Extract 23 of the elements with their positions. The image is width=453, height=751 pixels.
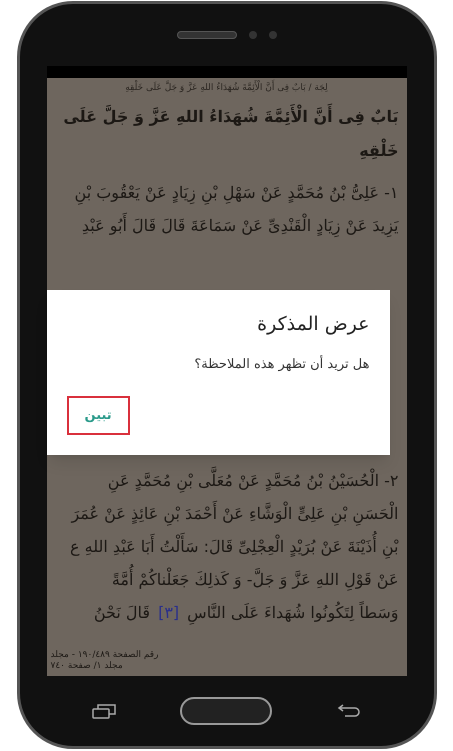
footnote-link[interactable]: [٣] bbox=[158, 596, 180, 628]
hadith-text: الْحَسَنِ بْنِ عَلِیٍّ الْوَشَّاءِ عَنْ أَحْمَدَ بْنِ عَائِذٍ عَنْ عُمَرَ bbox=[71, 496, 398, 530]
hadith-text: بْنِ أُذَيْنَةَ عَنْ بُرَيْدٍ الْعِجْلِیِّ قَالَ: سَأَلْتُ أَبَا عَبْدِ اللهِ ع bbox=[70, 530, 398, 562]
dialog-title: عرض المذكرة bbox=[256, 312, 370, 337]
home-button[interactable] bbox=[180, 697, 272, 725]
page-number: مجلد ١/ صفحة ٧٤٠ bbox=[50, 661, 123, 672]
camera-icon bbox=[248, 31, 256, 39]
sensor-icon bbox=[268, 31, 276, 39]
dialog-message: هل تريد أن تظهر هذه الملاحظة؟ bbox=[193, 354, 370, 374]
speaker-grille-icon bbox=[176, 31, 236, 39]
chapter-heading: بَابٌ فِی أَنَّ الْأَئِمَّةَ شُهَدَاءُ اللهِ عَزَّ وَ جَلَّ عَلَى bbox=[54, 100, 398, 134]
hadith-text: عَنْ قَوْلِ اللهِ عَزَّ وَ جَلَّ- وَ كَذلِكَ جَعَلْناكُمْ أُمَّةً bbox=[112, 562, 398, 596]
hadith-text: يَزِيدَ عَنْ زِيَادٍ الْقَنْدِیِّ عَنْ سَمَاعَةَ قَالَ قَالَ أَبُو عَبْدِ bbox=[82, 208, 398, 242]
chapter-heading: خَلْقِهِ bbox=[358, 138, 398, 162]
hadith-text: ١- عَلِیُّ بْنُ مُحَمَّدٍ عَنْ سَهْلِ بْنِ زِيَادٍ عَنْ يَعْقُوبَ بْنِ bbox=[74, 176, 398, 208]
hadith-text: وَسَطاً لِتَكُونُوا شُهَداءَ عَلَى النَّاسِ bbox=[187, 596, 398, 628]
recent-apps-icon[interactable] bbox=[92, 703, 116, 719]
page-number: رقم الصفحة ١٩٠/٤٨٩ - مجلد bbox=[50, 650, 158, 661]
hadith-text: ٢- الْحُسَيْنُ بْنُ مُحَمَّدٍ عَنْ مُعَلَّى بْنِ مُحَمَّدٍ عَنِ bbox=[108, 464, 398, 496]
show-button[interactable]: تبين bbox=[66, 396, 130, 435]
breadcrumb: لِجَة / بَابٌ فِی أَنَّ الْأَئِمَّةَ شُهَدَاءُ اللهِ عَزَّ وَ جَلَّ عَلَى خَلْقِهِ bbox=[54, 78, 398, 100]
hadith-text: قَالَ نَحْنُ bbox=[94, 602, 150, 624]
back-icon[interactable] bbox=[337, 703, 362, 719]
